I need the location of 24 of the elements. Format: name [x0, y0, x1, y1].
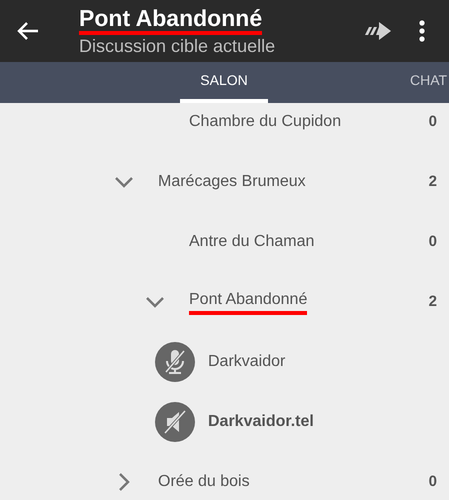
user-count: 0: [428, 472, 437, 492]
arrow-icon[interactable]: [363, 22, 393, 40]
channel-row[interactable]: Orée du bois 0: [0, 452, 449, 500]
user-count: 2: [428, 172, 437, 192]
channel-name: Orée du bois: [158, 472, 250, 492]
user-name[interactable]: Darkvaidor: [208, 350, 286, 374]
user-name[interactable]: Darkvaidor.tel: [208, 410, 314, 434]
more-icon[interactable]: [419, 20, 425, 42]
user-count: 2: [428, 292, 437, 312]
user-count: 0: [428, 112, 437, 132]
channel-row[interactable]: Marécages Brumeux 2: [0, 152, 449, 212]
muted-mic-icon: [155, 342, 195, 382]
channel-name: Chambre du Cupidon: [189, 112, 342, 132]
channel-row[interactable]: Antre du Chaman 0: [0, 212, 449, 272]
channel-name: Antre du Chaman: [189, 232, 314, 252]
back-icon[interactable]: [17, 22, 39, 40]
channel-row[interactable]: Pont Abandonné 2: [0, 272, 449, 332]
muted-speaker-icon: [155, 402, 195, 442]
app-title: Pont Abandonné: [79, 5, 262, 35]
app-subtitle: Discussion cible actuelle: [79, 35, 276, 57]
user-count: 0: [428, 232, 437, 252]
tab[interactable]: SALON: [180, 62, 268, 103]
channel-name: Marécages Brumeux: [158, 172, 306, 192]
channel-name: Pont Abandonné: [189, 289, 308, 315]
